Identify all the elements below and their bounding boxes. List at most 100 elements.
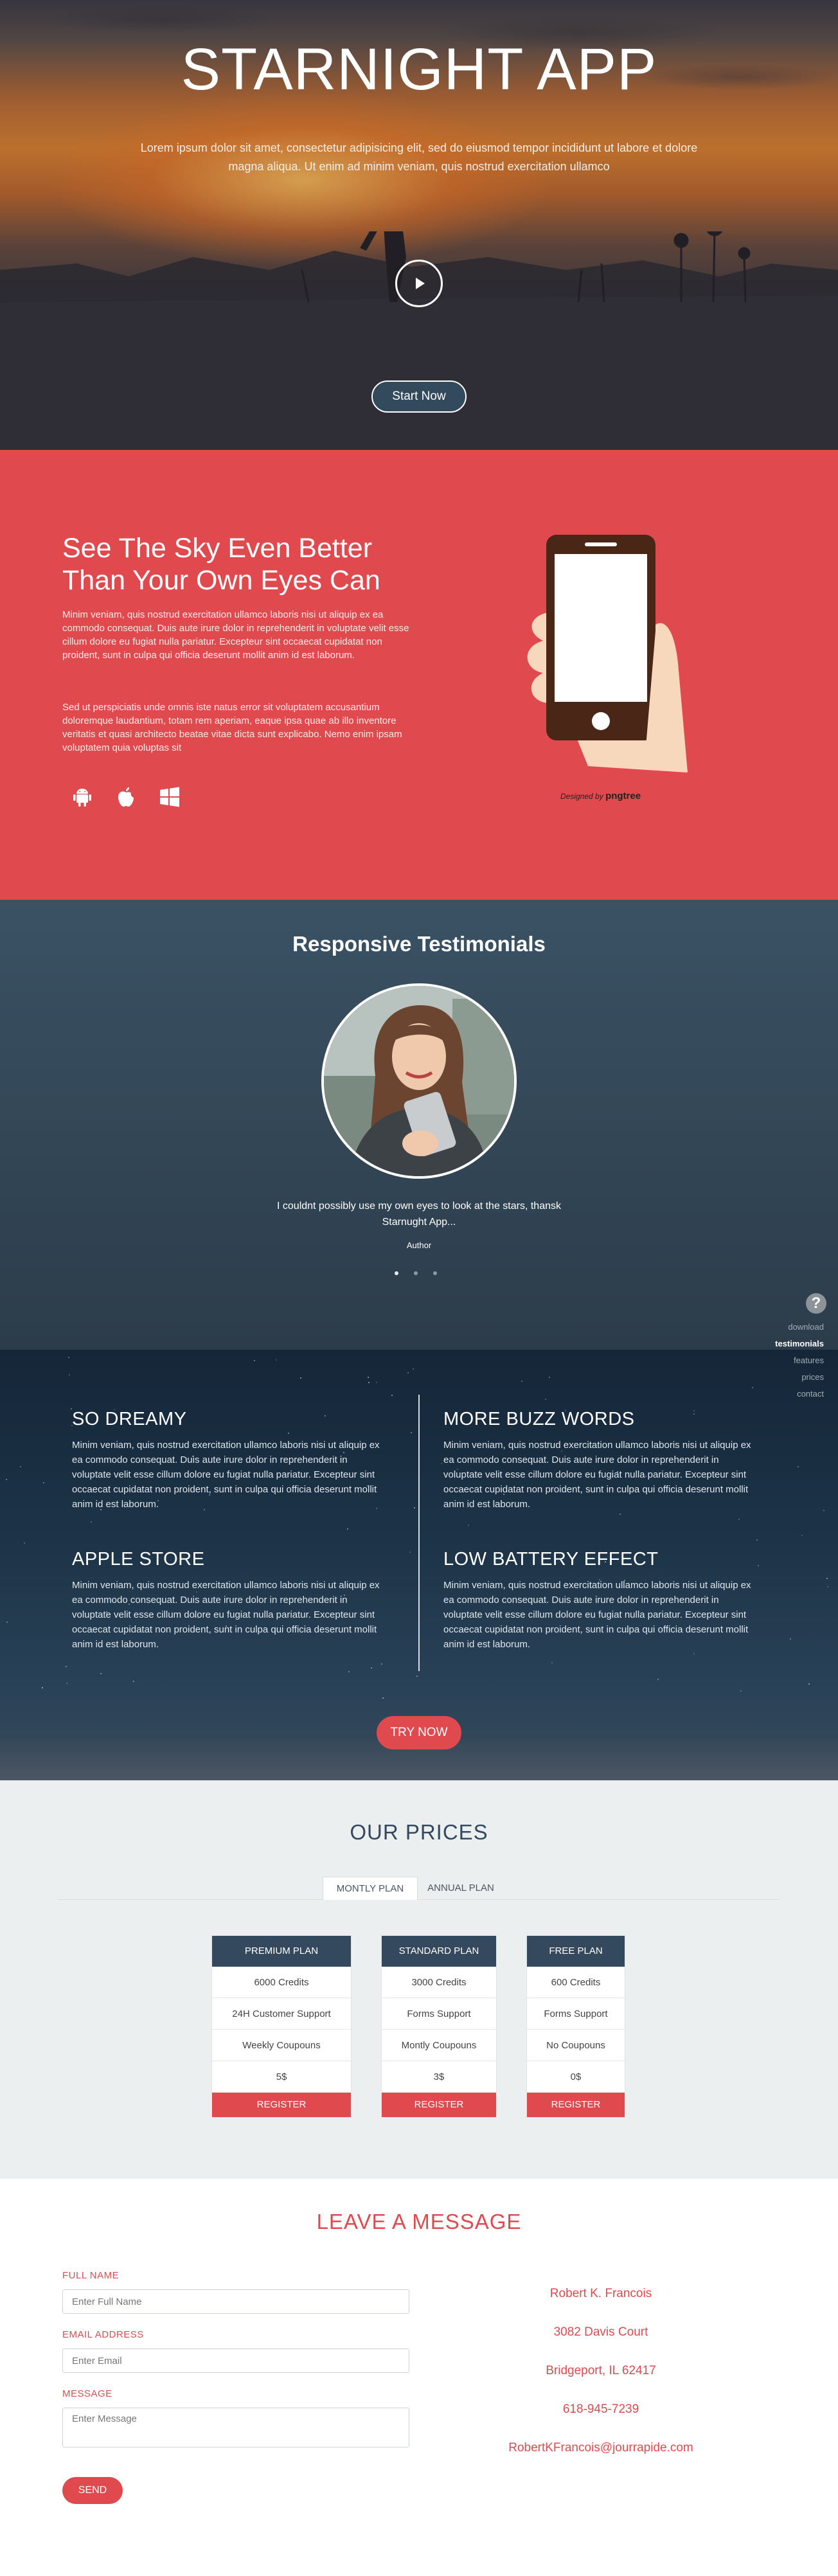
apple-icon[interactable] xyxy=(114,785,138,809)
star-dot xyxy=(545,1399,546,1400)
sidenav-item-prices[interactable]: prices xyxy=(762,1369,833,1386)
register-button[interactable]: REGISTER xyxy=(382,2093,496,2117)
play-button[interactable] xyxy=(395,260,443,307)
register-button[interactable]: REGISTER xyxy=(212,2093,351,2117)
windows-icon[interactable] xyxy=(158,785,181,809)
register-button[interactable]: REGISTER xyxy=(527,2093,625,2117)
sidenav-item-contact[interactable]: contact xyxy=(762,1386,833,1402)
star-dot xyxy=(414,1507,415,1508)
star-dot xyxy=(133,1681,134,1682)
star-dot xyxy=(441,1463,442,1464)
star-dot xyxy=(808,1683,810,1685)
plan-feature: 3000 Credits xyxy=(382,1967,496,1998)
star-dot xyxy=(368,1382,370,1383)
plan-name: PREMIUM PLAN xyxy=(212,1936,351,1967)
feature-block-text: Minim veniam, quis nostrud exercitation … xyxy=(443,1440,751,1510)
try-now-button[interactable]: TRY NOW xyxy=(377,1716,461,1749)
star-dot xyxy=(69,1374,70,1375)
phone-illustration xyxy=(517,535,691,798)
star-dot xyxy=(740,1690,742,1692)
star-dot xyxy=(226,1625,227,1627)
star-dot xyxy=(129,1604,130,1605)
message-input[interactable] xyxy=(62,2408,409,2447)
plan-name: STANDARD PLAN xyxy=(382,1936,496,1967)
star-dot xyxy=(194,1616,195,1617)
star-dot xyxy=(693,1413,695,1415)
contact-street: 3082 Davis Court xyxy=(553,2325,648,2339)
feature-block-title: APPLE STORE xyxy=(72,1549,205,1570)
star-dot xyxy=(348,1671,350,1672)
star-dot xyxy=(325,1415,326,1417)
sidenav-item-features[interactable]: features xyxy=(762,1352,833,1369)
star-dot xyxy=(376,1508,377,1509)
sidenav-item-testimonials[interactable]: testimonials xyxy=(762,1336,833,1352)
feature-paragraph-2: Sed ut perspiciatis unde omnis iste natu… xyxy=(62,702,402,753)
star-dot xyxy=(758,1565,759,1566)
star-dot xyxy=(371,1667,372,1668)
hero-title: STARNIGHT APP xyxy=(181,37,657,102)
star-dot xyxy=(790,1638,791,1640)
star-dot xyxy=(693,1653,695,1654)
star-dot xyxy=(407,1372,409,1373)
star-dot xyxy=(71,1425,73,1426)
feature-block-text: Minim veniam, quis nostrud exercitation … xyxy=(443,1580,751,1650)
star-dot xyxy=(752,1387,753,1388)
star-dot xyxy=(657,1679,659,1680)
plan-feature: Forms Support xyxy=(382,1998,496,2030)
carousel-dot-2[interactable] xyxy=(414,1271,418,1275)
help-icon[interactable]: ? xyxy=(806,1293,826,1314)
star-dot xyxy=(616,1445,617,1447)
star-dot xyxy=(66,1683,67,1684)
plan-feature: No Coupouns xyxy=(527,2030,625,2061)
send-button[interactable]: SEND xyxy=(62,2477,123,2504)
tab-annual-plan[interactable]: ANNUAL PLAN xyxy=(419,1877,503,1900)
contact-email[interactable]: RobertKFrancois@jourrapide.com xyxy=(450,2441,752,2455)
star-dot xyxy=(344,1595,345,1596)
star-dot xyxy=(368,1377,369,1378)
features-section: SO DREAMY Minim veniam, quis nostrud exe… xyxy=(0,1350,838,1780)
tab-monthly-plan[interactable]: MONTLY PLAN xyxy=(323,1877,418,1900)
contact-phone[interactable]: 618-945-7239 xyxy=(450,2402,752,2417)
credit-brand: pngtree xyxy=(605,791,641,801)
plan-price: 3$ xyxy=(382,2061,496,2093)
star-dot xyxy=(599,1579,600,1580)
star-dot xyxy=(276,1359,277,1361)
email-input[interactable] xyxy=(62,2348,409,2373)
star-dot xyxy=(6,1622,8,1623)
star-dot xyxy=(827,1586,828,1588)
carousel-dot-3[interactable] xyxy=(433,1271,437,1275)
star-dot xyxy=(381,1663,382,1665)
star-dot xyxy=(367,1485,368,1487)
star-dot xyxy=(738,1519,740,1520)
plan-feature: Montly Coupouns xyxy=(382,2030,496,2061)
plan-feature: 24H Customer Support xyxy=(212,1998,351,2030)
contact-city: Bridgeport, IL 62417 xyxy=(546,2364,656,2377)
star-dot xyxy=(551,1662,553,1663)
star-dot xyxy=(801,1535,803,1536)
contact-section: LEAVE A MESSAGE FULL NAME EMAIL ADDRESS … xyxy=(0,2179,838,2576)
star-dot xyxy=(192,1456,193,1457)
full-name-label: FULL NAME xyxy=(62,2270,120,2281)
star-dot xyxy=(288,1433,289,1434)
star-dot xyxy=(254,1360,255,1361)
prices-section: OUR PRICES MONTLY PLAN ANNUAL PLAN PREMI… xyxy=(0,1780,838,2179)
plan-feature: Forms Support xyxy=(527,1998,625,2030)
star-dot xyxy=(20,1466,21,1467)
star-dot xyxy=(391,1395,393,1396)
android-icon[interactable] xyxy=(71,785,94,809)
sidenav-item-download[interactable]: download xyxy=(762,1319,833,1336)
carousel-dot-1[interactable] xyxy=(395,1271,398,1275)
star-dot xyxy=(503,1494,504,1495)
feature-block-title: LOW BATTERY EFFECT xyxy=(443,1549,659,1570)
plan-feature: 6000 Credits xyxy=(212,1967,351,1998)
full-name-input[interactable] xyxy=(62,2289,409,2314)
play-icon xyxy=(416,278,425,289)
star-dot xyxy=(605,1561,606,1562)
plan-card-free: FREE PLAN 600 Credits Forms Support No C… xyxy=(527,1936,625,2117)
feature-block-text: Minim veniam, quis nostrud exercitation … xyxy=(72,1440,380,1510)
star-dot xyxy=(620,1514,621,1515)
start-now-button[interactable]: Start Now xyxy=(371,380,467,413)
star-dot xyxy=(68,1357,69,1358)
star-dot xyxy=(209,1494,210,1496)
star-dot xyxy=(413,1368,414,1370)
